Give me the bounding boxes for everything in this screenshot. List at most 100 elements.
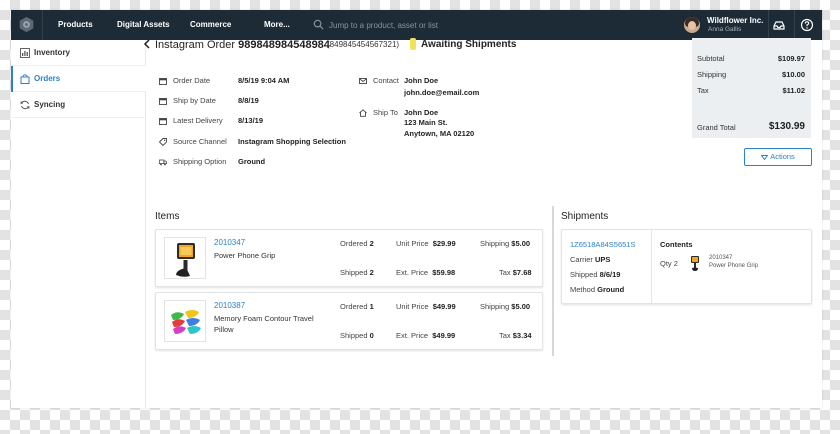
contact-name: John Doe: [404, 76, 439, 85]
tax-cell: Tax $3.34: [499, 331, 532, 340]
shipped-date-label: Shipped: [570, 270, 598, 279]
grand-total-value: $130.99: [768, 121, 805, 132]
nav-digital-assets[interactable]: Digital Assets: [117, 20, 170, 29]
detail-label: Latest Delivery: [173, 116, 223, 125]
shipped-label: Shipped: [340, 268, 368, 277]
top-navigation-bar: Products Digital Assets Commerce More...…: [11, 10, 822, 40]
order-status: Awaiting Shipments: [421, 39, 517, 50]
items-section-title: Items: [155, 211, 180, 222]
brand-logo-icon[interactable]: [18, 16, 35, 33]
shopping-bag-icon: [20, 74, 30, 84]
nav-commerce[interactable]: Commerce: [190, 20, 231, 29]
travel-pillow-image: [171, 310, 201, 334]
ext-price-cell: Ext. Price $49.99: [396, 331, 455, 340]
subtotal-label: Subtotal: [697, 54, 725, 63]
contents-heading: Contents: [660, 240, 693, 249]
calendar-icon: [159, 78, 167, 85]
detail-value: 8/5/19 9:04 AM: [238, 76, 290, 85]
tax-value: $11.02: [782, 86, 805, 95]
ordered-label: Ordered: [340, 302, 368, 311]
shipped-date-value: 8/6/19: [599, 270, 621, 279]
section-divider: [552, 206, 554, 356]
sidebar-item-orders[interactable]: Orders: [11, 66, 146, 92]
subtotal-row: Subtotal $109.97: [697, 54, 805, 66]
order-title-prefix: Instagram Order: [155, 39, 236, 51]
shipping-value: $10.00: [782, 70, 805, 79]
contents-item-sku: 2010347: [709, 255, 733, 261]
phone-grip-image: [176, 243, 195, 277]
active-indicator: [11, 66, 13, 92]
product-sku-link[interactable]: 2010347: [214, 238, 245, 247]
tax-value: $7.68: [512, 268, 532, 277]
nav-more[interactable]: More...: [264, 20, 290, 29]
product-sku-link[interactable]: 2010387: [214, 301, 245, 310]
nav-products[interactable]: Products: [58, 20, 93, 29]
tax-value: $3.34: [512, 331, 532, 340]
ext-price-label: Ext. Price: [396, 331, 429, 340]
contact-block: Contact John Doe john.doe@email.com: [359, 76, 509, 98]
unit-price-label: Unit Price: [396, 239, 429, 248]
order-totals-panel: Subtotal $109.97 Shipping $10.00 Tax $11…: [692, 38, 811, 138]
back-arrow-icon[interactable]: [143, 39, 151, 49]
ship-to-city: Anytown, MA 02120: [404, 129, 475, 138]
unit-price-label: Unit Price: [396, 302, 429, 311]
detail-label: Ship by Date: [173, 96, 216, 105]
detail-value: Instagram Shopping Selection: [238, 137, 346, 146]
product-image[interactable]: [164, 300, 206, 342]
ordered-value: 1: [369, 302, 374, 311]
shipment-card: 1Z6518A84S5651S Carrier UPS Shipped 8/6/…: [561, 229, 812, 304]
bar-chart-icon: [20, 48, 30, 58]
contact-label: Contact: [373, 76, 399, 85]
method-label: Method: [570, 285, 596, 294]
store-name[interactable]: Wildflower Inc.: [707, 16, 763, 25]
topbar-divider: [768, 10, 769, 40]
method-value: Ground: [597, 285, 625, 294]
shipments-section-title: Shipments: [561, 211, 609, 222]
calendar-icon: [159, 118, 167, 125]
sidebar-item-label: Inventory: [34, 48, 71, 57]
help-icon[interactable]: [800, 18, 814, 32]
actions-button[interactable]: Actions: [744, 148, 812, 166]
order-number: 989848984548984: [238, 39, 330, 51]
detail-label: Source Channel: [173, 137, 227, 146]
unit-price-value: $29.99: [432, 239, 456, 248]
global-search[interactable]: [313, 17, 613, 33]
inbox-icon[interactable]: [772, 18, 786, 32]
detail-ship-by-date: Ship by Date 8/8/19: [159, 96, 349, 108]
ordered-cell: Ordered 1: [340, 302, 374, 311]
search-input[interactable]: [329, 17, 599, 33]
contact-email[interactable]: john.doe@email.com: [404, 88, 479, 97]
shipping-value: $5.00: [511, 302, 531, 311]
sidebar-item-syncing[interactable]: Syncing: [11, 92, 146, 118]
shipped-cell: Shipped 2: [340, 268, 374, 277]
sidebar-item-label: Syncing: [34, 100, 66, 109]
user-name: Anna Gallis: [708, 26, 742, 33]
detail-shipping-option: Shipping Option Ground: [159, 157, 349, 169]
order-title: Instagram Order 989848984548984: [155, 39, 330, 51]
shipped-date-line: Shipped 8/6/19: [570, 270, 620, 279]
sidebar: Inventory Orders Syncing: [11, 40, 146, 408]
sidebar-item-inventory[interactable]: Inventory: [11, 40, 146, 66]
shipping-value: $5.00: [511, 239, 531, 248]
phone-grip-thumbnail[interactable]: [689, 255, 701, 272]
tracking-number-link[interactable]: 1Z6518A84S5651S: [570, 240, 635, 249]
ordered-value: 2: [369, 239, 374, 248]
detail-latest-delivery: Latest Delivery 8/13/19: [159, 116, 349, 128]
detail-value: 8/8/19: [238, 96, 259, 105]
ext-price-value: $59.98: [432, 268, 456, 277]
ordered-cell: Ordered 2: [340, 239, 374, 248]
calendar-icon: [159, 98, 167, 105]
tax-label: Tax: [499, 268, 511, 277]
tax-label: Tax: [499, 331, 511, 340]
shipping-label: Shipping: [480, 239, 510, 248]
detail-source-channel: Source Channel Instagram Shopping Select…: [159, 137, 359, 149]
ship-to-street: 123 Main St.: [404, 118, 448, 127]
ordered-label: Ordered: [340, 239, 368, 248]
shipped-value: 0: [369, 331, 374, 340]
chevron-down-icon: [760, 154, 769, 160]
avatar[interactable]: [684, 17, 700, 33]
tag-icon: [159, 138, 167, 146]
product-image[interactable]: [164, 237, 206, 279]
ext-price-label: Ext. Price: [396, 268, 429, 277]
home-icon: [359, 109, 367, 117]
